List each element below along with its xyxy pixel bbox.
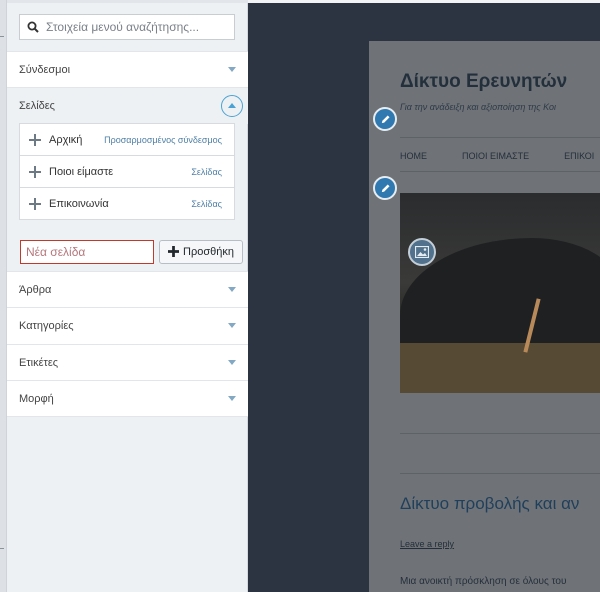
add-page-button-label: Προσθήκη (183, 246, 234, 258)
post-excerpt: Μια ανοικτή πρόσκληση σε όλους του (400, 576, 567, 587)
nav-item-contact[interactable]: ΕΠΙΚΟΙ (564, 151, 594, 161)
strip-mark (0, 548, 4, 549)
leave-reply-link[interactable]: Leave a reply (400, 539, 454, 549)
plus-icon (28, 197, 42, 211)
chevron-down-icon (227, 286, 237, 294)
page-item-title: Επικοινωνία (49, 197, 109, 210)
collapse-section-button[interactable] (221, 95, 243, 117)
page-item-title: Αρχική (49, 133, 83, 146)
section-tags-label: Ετικέτες (19, 356, 59, 369)
section-categories-label: Κατηγορίες (19, 320, 74, 332)
search-input[interactable] (46, 20, 226, 34)
hero-image (400, 193, 600, 393)
panel-top-border (7, 0, 248, 3)
search-icon (26, 20, 40, 34)
add-page-button[interactable]: Προσθήκη (159, 240, 243, 264)
section-categories[interactable]: Κατηγορίες (7, 307, 248, 345)
page-item-title: Ποιοι είμαστε (49, 165, 114, 178)
page-item-contact[interactable]: Επικοινωνία Σελίδας (19, 187, 235, 220)
nav-item-about[interactable]: ΠΟΙΟΙ ΕΙΜΑΣΤΕ (462, 151, 529, 161)
chevron-down-icon (227, 322, 237, 330)
section-links[interactable]: Σύνδεσμοι (7, 51, 248, 88)
strip-mark (0, 36, 4, 37)
chevron-down-icon (227, 359, 237, 367)
plus-icon (28, 133, 42, 147)
plus-icon (28, 165, 42, 179)
chevron-up-icon (228, 103, 236, 109)
edit-shortcut-site-title[interactable] (373, 107, 397, 131)
chevron-down-icon (227, 66, 237, 74)
site-preview: Δίκτυο Ερευνητών Για την ανάδειξη και αξ… (248, 0, 600, 592)
site-title[interactable]: Δίκτυο Ερευνητών (400, 71, 567, 93)
divider (400, 433, 600, 434)
site-description: Για την ανάδειξη και αξιοποίηση της Κοι (400, 102, 556, 112)
section-links-label: Σύνδεσμοι (19, 63, 71, 76)
section-tags[interactable]: Ετικέτες (7, 344, 248, 381)
site-navigation: HOME ΠΟΙΟΙ ΕΙΜΑΣΤΕ ΕΠΙΚΟΙ (400, 151, 600, 161)
plus-icon (168, 246, 180, 258)
post-title[interactable]: Δίκτυο προβολής και αν (400, 494, 579, 514)
image-icon[interactable] (408, 238, 436, 266)
pencil-icon (380, 114, 391, 125)
preview-site-frame: Δίκτυο Ερευνητών Για την ανάδειξη και αξ… (369, 41, 600, 592)
nav-item-home[interactable]: HOME (400, 151, 427, 161)
page-item-home[interactable]: Αρχική Προσαρμοσμένος σύνδεσμος (19, 123, 235, 156)
divider (400, 473, 600, 474)
chevron-down-icon (227, 395, 237, 403)
page-item-type: Σελίδας (191, 198, 222, 209)
page-item-about[interactable]: Ποιοι είμαστε Σελίδας (19, 155, 235, 188)
section-posts-label: Άρθρα (19, 283, 52, 296)
section-pages-header[interactable]: Σελίδες (7, 88, 248, 124)
edit-shortcut-menu[interactable] (373, 176, 397, 200)
page-item-type: Προσαρμοσμένος σύνδεσμος (104, 134, 222, 145)
section-format-label: Μορφή (19, 392, 54, 405)
pencil-icon (380, 183, 391, 194)
divider (400, 137, 600, 138)
left-edge-strip (0, 0, 7, 592)
divider (400, 171, 600, 172)
hero-ground (400, 343, 600, 393)
pages-list: Αρχική Προσαρμοσμένος σύνδεσμος Ποιοι εί… (19, 123, 235, 220)
preview-top-border (248, 0, 600, 3)
section-posts[interactable]: Άρθρα (7, 271, 248, 308)
menu-items-search[interactable] (19, 14, 235, 40)
section-pages-label: Σελίδες (19, 100, 55, 112)
customizer-menu-panel: Σύνδεσμοι Σελίδες Αρχική Προσαρμοσμένος … (7, 0, 248, 592)
section-format[interactable]: Μορφή (7, 380, 248, 417)
page-item-type: Σελίδας (191, 166, 222, 177)
new-page-input[interactable] (20, 240, 154, 264)
